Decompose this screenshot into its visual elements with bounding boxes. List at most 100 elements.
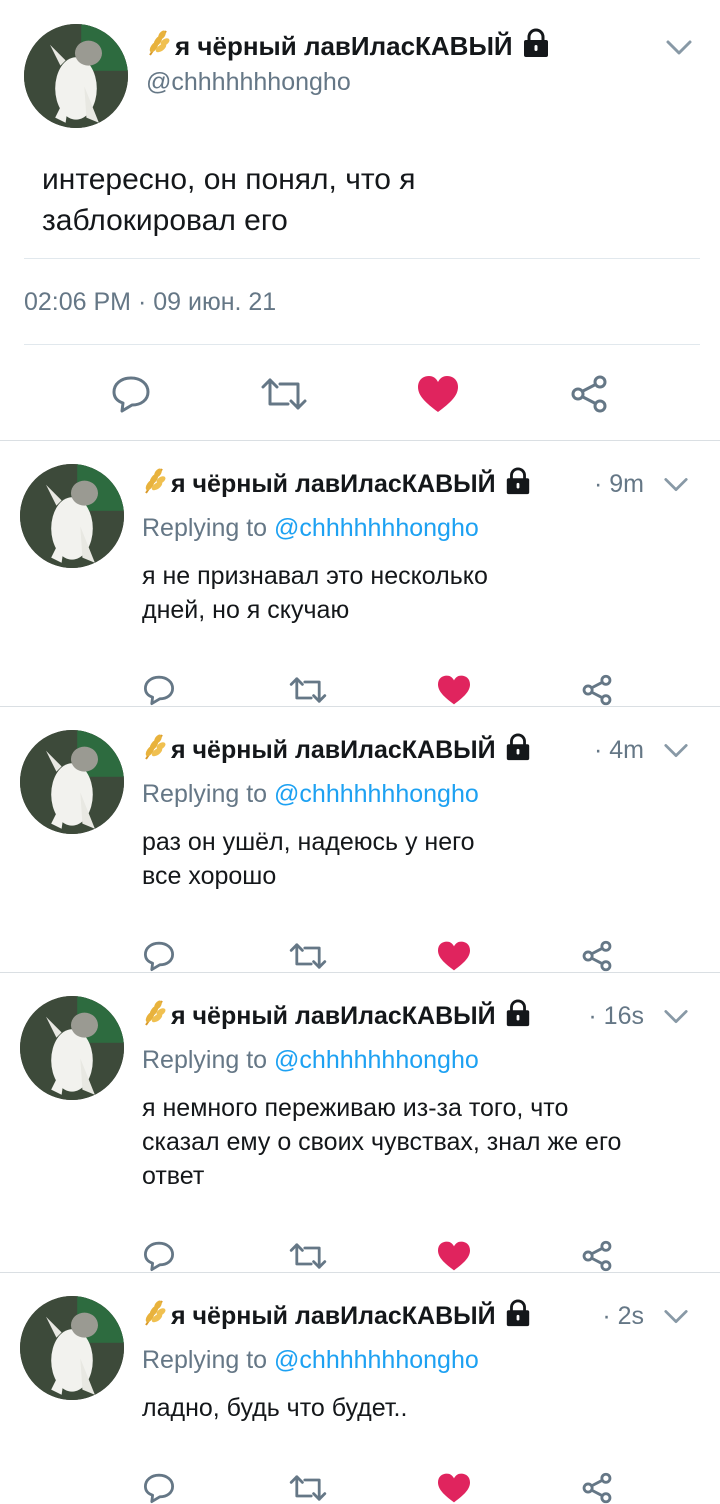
cat-photo-icon [20, 730, 124, 834]
reply-icon [143, 675, 174, 705]
wheat-emoji-icon [142, 999, 168, 1034]
share-icon [582, 674, 612, 706]
tweet-timestamp: 02:06 PM · 09 июн. 21 [24, 288, 277, 316]
display-name: я чёрный лавИласКАВЫЙ [175, 30, 513, 61]
cat-photo-icon [20, 996, 124, 1100]
mention-link[interactable]: @chhhhhhhongho [274, 514, 479, 542]
like-button[interactable] [414, 372, 462, 416]
chevron-down-icon[interactable] [662, 738, 690, 764]
retweet-icon [289, 943, 327, 969]
share-button[interactable] [578, 938, 616, 974]
tweet-separator [0, 706, 720, 707]
cat-photo-icon [20, 1296, 124, 1400]
replying-to: Replying to @chhhhhhhongho [142, 1346, 479, 1375]
retweet-icon [289, 1475, 327, 1501]
tweet-text: я не признавал это несколько дней, но я … [142, 562, 488, 624]
author-handle[interactable]: @chhhhhhhongho [146, 68, 351, 97]
heart-icon [438, 1241, 470, 1271]
share-button[interactable] [578, 672, 616, 708]
tweet-text: интересно, он понял, что я заблокировал … [42, 163, 416, 237]
retweet-button[interactable] [284, 1238, 332, 1274]
avatar[interactable] [20, 996, 124, 1100]
tweet-time: · 4m [594, 736, 644, 764]
retweet-icon [261, 378, 307, 410]
divider [24, 344, 700, 345]
share-button[interactable] [578, 1470, 616, 1504]
retweet-button[interactable] [284, 938, 332, 974]
lock-icon [521, 28, 551, 65]
avatar[interactable] [20, 1296, 124, 1400]
reply-icon [143, 1473, 174, 1503]
replying-prefix: Replying to [142, 1346, 268, 1374]
replying-prefix: Replying to [142, 780, 268, 808]
reply-button[interactable] [108, 372, 154, 416]
replying-to: Replying to @chhhhhhhongho [142, 1046, 479, 1075]
mention-link[interactable]: @chhhhhhhongho [274, 780, 479, 808]
wheat-emoji-icon [146, 29, 172, 64]
tweet-author[interactable]: я чёрный лавИласКАВЫЙ [142, 1298, 532, 1334]
reply-button[interactable] [140, 672, 178, 708]
retweet-button[interactable] [256, 372, 312, 416]
lock-icon [504, 998, 532, 1034]
wheat-emoji-icon [142, 733, 168, 768]
wheat-emoji-icon [142, 467, 168, 502]
display-name: я чёрный лавИласКАВЫЙ [171, 735, 496, 764]
tweet-separator [0, 1272, 720, 1273]
avatar[interactable] [20, 464, 124, 568]
tweet-author[interactable]: я чёрный лавИласКАВЫЙ [142, 466, 532, 502]
reply-button[interactable] [140, 1470, 178, 1504]
avatar[interactable] [24, 24, 128, 128]
tweet-text: я немного переживаю из-за того, что сказ… [142, 1094, 622, 1190]
avatar[interactable] [20, 730, 124, 834]
tweet-author[interactable]: я чёрный лавИласКАВЫЙ [146, 28, 551, 65]
share-icon [582, 1472, 612, 1504]
like-button[interactable] [434, 1470, 474, 1504]
tweet-author[interactable]: я чёрный лавИласКАВЫЙ [142, 998, 532, 1034]
mention-link[interactable]: @chhhhhhhongho [274, 1346, 479, 1374]
heart-icon [438, 1473, 470, 1503]
tweet-time: · 16s [588, 1002, 644, 1030]
retweet-button[interactable] [284, 1470, 332, 1504]
share-icon [571, 375, 607, 413]
retweet-icon [289, 677, 327, 703]
share-button[interactable] [578, 1238, 616, 1274]
replying-to: Replying to @chhhhhhhongho [142, 514, 479, 543]
display-name: я чёрный лавИласКАВЫЙ [171, 469, 496, 498]
like-button[interactable] [434, 1238, 474, 1274]
share-button[interactable] [566, 372, 612, 416]
lock-icon [504, 466, 532, 502]
tweet-time: · 2s [602, 1302, 644, 1330]
tweet-time: · 9m [594, 470, 644, 498]
reply-icon [112, 376, 150, 413]
heart-icon [418, 376, 458, 412]
reply-icon [143, 1241, 174, 1271]
tweet-text: ладно, будь что будет.. [142, 1394, 408, 1422]
share-icon [582, 1240, 612, 1272]
like-button[interactable] [434, 672, 474, 708]
heart-icon [438, 675, 470, 705]
chevron-down-icon[interactable] [662, 1304, 690, 1330]
display-name: я чёрный лавИласКАВЫЙ [171, 1301, 496, 1330]
reply-button[interactable] [140, 938, 178, 974]
reply-icon [143, 941, 174, 971]
replying-to: Replying to @chhhhhhhongho [142, 780, 479, 809]
lock-icon [504, 1298, 532, 1334]
cat-photo-icon [20, 464, 124, 568]
tweet-author[interactable]: я чёрный лавИласКАВЫЙ [142, 732, 532, 768]
tweet-text: раз он ушёл, надеюсь у него все хорошо [142, 828, 475, 890]
retweet-button[interactable] [284, 672, 332, 708]
wheat-emoji-icon [142, 1299, 168, 1334]
reply-button[interactable] [140, 1238, 178, 1274]
chevron-down-icon[interactable] [662, 472, 690, 498]
tweet-separator [0, 440, 720, 441]
divider [24, 258, 700, 259]
display-name: я чёрный лавИласКАВЫЙ [171, 1001, 496, 1030]
lock-icon [504, 732, 532, 768]
chevron-down-icon[interactable] [664, 34, 694, 62]
replying-prefix: Replying to [142, 1046, 268, 1074]
replying-prefix: Replying to [142, 514, 268, 542]
chevron-down-icon[interactable] [662, 1004, 690, 1030]
tweet-separator [0, 972, 720, 973]
like-button[interactable] [434, 938, 474, 974]
mention-link[interactable]: @chhhhhhhongho [274, 1046, 479, 1074]
